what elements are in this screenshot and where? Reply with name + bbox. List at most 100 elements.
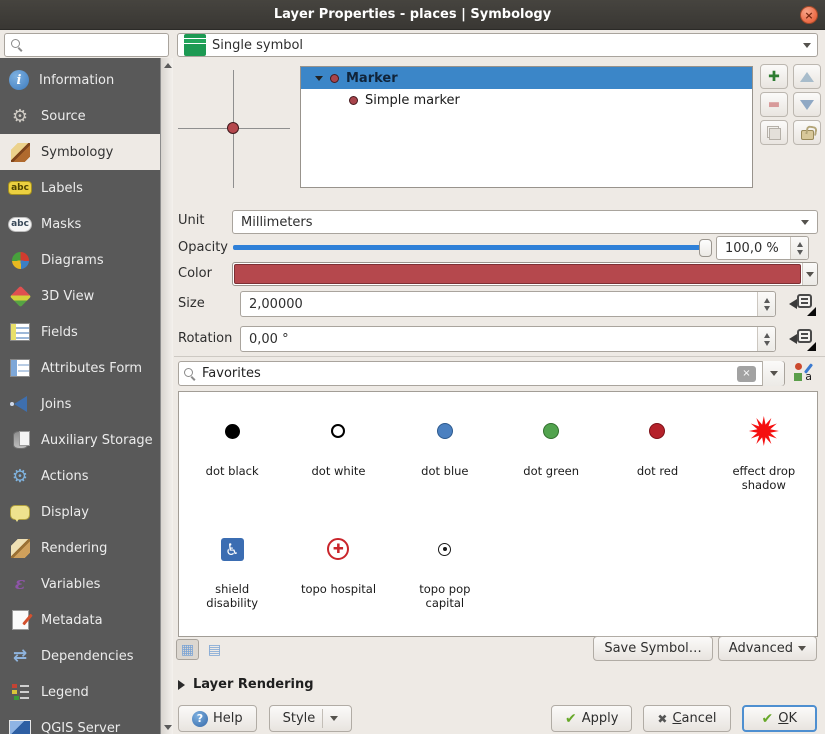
ok-button[interactable]: ✔ OK xyxy=(741,705,817,732)
sidebar-item-auxiliary-storage[interactable]: Auxiliary Storage xyxy=(0,422,160,458)
filter-dropdown[interactable] xyxy=(762,361,784,386)
window-title: Layer Properties - places | Symbology xyxy=(273,7,552,22)
color-dropdown[interactable] xyxy=(802,263,817,285)
labels-abc-icon: abc xyxy=(8,181,32,195)
close-icon[interactable]: × xyxy=(800,6,818,24)
sidebar-item-dependencies[interactable]: ⇄ Dependencies xyxy=(0,638,160,674)
sidebar-item-legend[interactable]: Legend xyxy=(0,674,160,710)
symbol-topo-hospital[interactable]: ✚ topo hospital xyxy=(285,516,391,634)
opacity-label: Opacity xyxy=(178,240,229,255)
sidebar-item-joins[interactable]: Joins xyxy=(0,386,160,422)
cancel-button[interactable]: ✖ Cancel xyxy=(643,705,731,732)
opacity-slider-handle[interactable] xyxy=(699,239,712,257)
divider xyxy=(174,356,825,357)
sidebar-item-label: Fields xyxy=(41,324,78,340)
star-burst-icon xyxy=(748,416,779,446)
symbol-dot-blue[interactable]: dot blue xyxy=(392,398,498,516)
sidebar-item-metadata[interactable]: Metadata xyxy=(0,602,160,638)
move-up-button[interactable] xyxy=(793,64,821,89)
size-spinbox[interactable]: 2,00000 xyxy=(240,291,776,317)
advanced-button[interactable]: Advanced xyxy=(717,636,817,661)
pie-chart-icon xyxy=(9,249,31,271)
footer-right: ✔ Apply ✖ Cancel ✔ OK xyxy=(550,705,817,732)
tree-item-simple-marker[interactable]: Simple marker xyxy=(301,89,752,111)
scroll-up-icon[interactable] xyxy=(161,59,174,71)
tree-item-marker[interactable]: Marker xyxy=(301,67,752,89)
sidebar-item-diagrams[interactable]: Diagrams xyxy=(0,242,160,278)
masks-icon: abc xyxy=(8,216,32,232)
scroll-down-icon[interactable] xyxy=(161,721,174,733)
symbol-topo-pop-capital[interactable]: topo pop capital xyxy=(392,516,498,634)
source-icon: ⚙ xyxy=(11,105,29,127)
renderer-dropdown[interactable]: Single symbol xyxy=(177,33,818,57)
symbol-filter-bar[interactable]: × xyxy=(178,361,785,386)
tree-item-label: Simple marker xyxy=(365,92,460,108)
sidebar-item-fields[interactable]: Fields xyxy=(0,314,160,350)
sidebar-item-rendering[interactable]: Rendering xyxy=(0,530,160,566)
properties-search-input[interactable] xyxy=(28,38,162,52)
sidebar-item-symbology[interactable]: Symbology xyxy=(0,134,160,170)
color-button[interactable] xyxy=(232,262,818,286)
properties-search-box[interactable] xyxy=(4,33,169,57)
symbol-shield-disability[interactable]: ♿ shield disability xyxy=(179,516,285,634)
sidebar-item-information[interactable]: i Information xyxy=(0,62,160,98)
rotation-spinbox[interactable]: 0,00 ° xyxy=(240,326,776,352)
color-swatch[interactable] xyxy=(234,264,801,284)
sidebar-item-3d-view[interactable]: 3D View xyxy=(0,278,160,314)
unit-label: Unit xyxy=(178,213,205,228)
opacity-slider[interactable] xyxy=(233,245,703,250)
apply-button[interactable]: ✔ Apply xyxy=(550,705,633,732)
sidebar-item-qgis-server[interactable]: QGIS Server xyxy=(0,710,160,734)
symbol-layer-tree: Marker Simple marker xyxy=(300,66,753,188)
sidebar-item-attributes-form[interactable]: Attributes Form xyxy=(0,350,160,386)
sidebar-item-source[interactable]: ⚙ Source xyxy=(0,98,160,134)
sidebar-item-display[interactable]: Display xyxy=(0,494,160,530)
layer-rendering-section[interactable]: Layer Rendering xyxy=(178,677,314,692)
spinner-arrows[interactable] xyxy=(757,327,775,351)
spinner-arrows[interactable] xyxy=(790,237,808,259)
sidebar-item-variables[interactable]: ε Variables xyxy=(0,566,160,602)
expand-icon[interactable] xyxy=(315,75,323,81)
legend-list-icon xyxy=(9,681,31,703)
symbol-dot-white[interactable]: dot white xyxy=(285,398,391,516)
remove-symbol-layer-button[interactable]: ▬ xyxy=(760,92,788,117)
layer-rendering-label: Layer Rendering xyxy=(193,677,314,692)
icon-view-button[interactable]: ▦ xyxy=(176,639,199,660)
symbol-effect-drop-shadow[interactable]: effect drop shadow xyxy=(711,398,817,516)
symbol-dot-red[interactable]: dot red xyxy=(604,398,710,516)
sidebar-item-label: Legend xyxy=(41,684,89,700)
marker-dot-icon xyxy=(330,73,339,83)
sidebar-item-actions[interactable]: ⚙ Actions xyxy=(0,458,160,494)
opacity-spinbox[interactable]: 100,0 % xyxy=(716,236,809,260)
chevron-down-icon xyxy=(798,646,806,651)
clear-filter-icon[interactable]: × xyxy=(737,365,756,382)
duplicate-icon xyxy=(767,125,781,140)
marker-dot-icon xyxy=(349,95,358,105)
style-button[interactable]: Style xyxy=(268,705,353,732)
rotation-data-override-button[interactable] xyxy=(789,328,816,351)
symbol-dot-green[interactable]: dot green xyxy=(498,398,604,516)
symbol-dot-black[interactable]: dot black xyxy=(179,398,285,516)
unit-dropdown[interactable]: Millimeters xyxy=(232,210,818,234)
sidebar-item-labels[interactable]: abc Labels xyxy=(0,170,160,206)
add-symbol-layer-button[interactable]: ✚ xyxy=(760,64,788,89)
symbology-brush-icon xyxy=(9,141,31,163)
size-data-override-button[interactable] xyxy=(789,293,816,316)
opacity-value: 100,0 % xyxy=(725,240,779,256)
check-icon: ✔ xyxy=(564,710,577,727)
lock-colors-button[interactable] xyxy=(793,120,821,145)
sidebar-item-label: Display xyxy=(41,504,89,520)
help-button[interactable]: ? Help xyxy=(178,705,257,732)
style-manager-button[interactable]: a xyxy=(793,363,814,383)
join-icon xyxy=(9,393,31,415)
sidebar-scrollbar[interactable] xyxy=(160,58,173,734)
list-view-button[interactable]: ▤ xyxy=(203,639,226,660)
move-down-button[interactable] xyxy=(793,92,821,117)
save-symbol-button[interactable]: Save Symbol… xyxy=(593,636,713,661)
size-value: 2,00000 xyxy=(249,296,303,312)
tree-item-label: Marker xyxy=(346,70,398,86)
symbol-filter-input[interactable] xyxy=(202,366,731,381)
duplicate-button[interactable] xyxy=(760,120,788,145)
spinner-arrows[interactable] xyxy=(757,292,775,316)
sidebar-item-masks[interactable]: abc Masks xyxy=(0,206,160,242)
